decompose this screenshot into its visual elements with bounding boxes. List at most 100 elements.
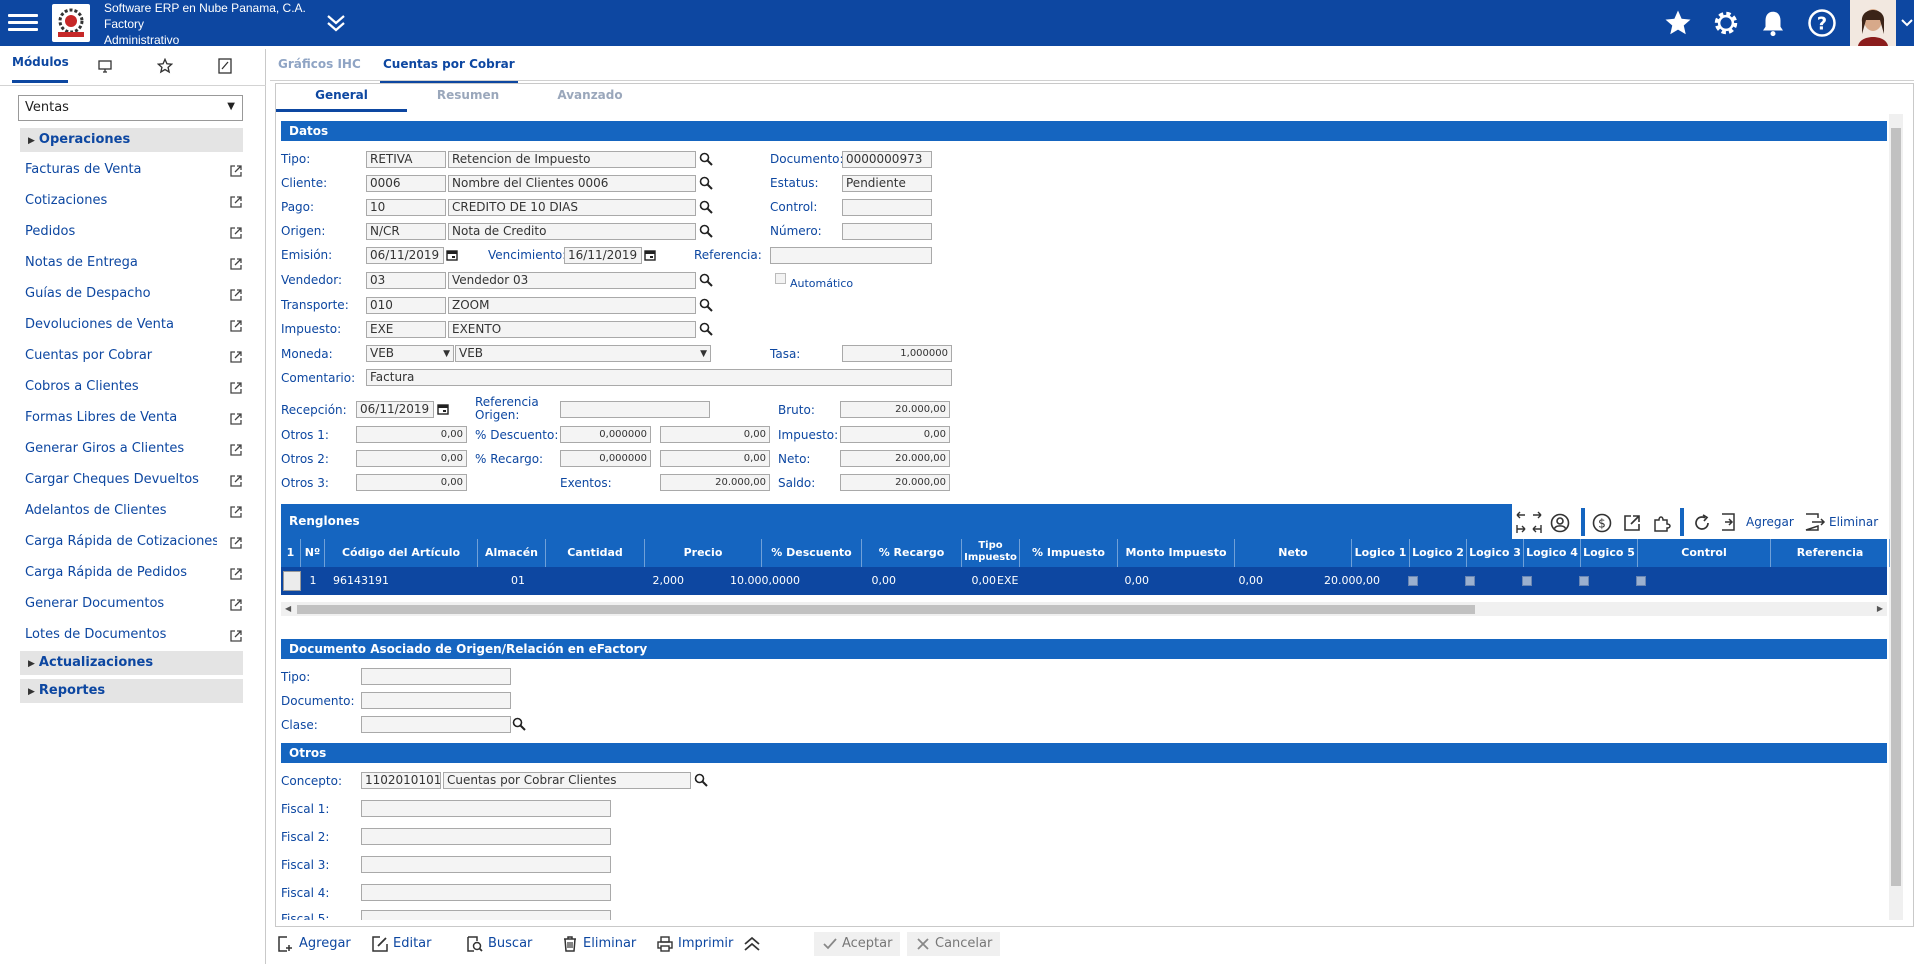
origen-desc-field[interactable]: Nota de Credito: [448, 223, 696, 240]
search-icon[interactable]: [694, 773, 708, 787]
tipo-desc-field[interactable]: Retencion de Impuesto: [448, 151, 696, 168]
buscar-button[interactable]: Buscar: [466, 932, 532, 956]
external-link-icon[interactable]: [229, 597, 243, 611]
column-header[interactable]: Cantidad: [546, 539, 645, 567]
asociado-clase-field[interactable]: [361, 716, 511, 733]
chevron-double-down-icon[interactable]: [324, 12, 348, 34]
search-icon[interactable]: [699, 176, 713, 190]
user-circle-icon[interactable]: [1550, 513, 1570, 537]
sidebar-item[interactable]: Generar Giros a Clientes: [25, 437, 243, 461]
cell-monto-impuesto[interactable]: 0,00: [1153, 567, 1264, 595]
origen-code-field[interactable]: N/CR: [366, 223, 446, 240]
column-header[interactable]: Logico 2: [1410, 539, 1467, 567]
cliente-code-field[interactable]: 0006: [366, 175, 446, 192]
column-header[interactable]: Precio: [645, 539, 762, 567]
add-row-icon[interactable]: [1720, 512, 1738, 536]
fiscal3-field[interactable]: [361, 856, 611, 873]
asociado-tipo-field[interactable]: [361, 668, 511, 685]
recargo-monto-field[interactable]: 0,00: [660, 450, 770, 467]
otros2-field[interactable]: 0,00: [356, 450, 467, 467]
sidebar-item[interactable]: Guías de Despacho: [25, 282, 243, 306]
chevron-down-icon[interactable]: [1900, 16, 1914, 30]
tasa-field[interactable]: 1,000000: [842, 345, 952, 362]
search-icon[interactable]: [699, 224, 713, 238]
cell-num[interactable]: 1: [301, 567, 325, 595]
cell-precio[interactable]: 10.000,0000: [692, 567, 800, 595]
scrollbar-thumb[interactable]: [1891, 128, 1901, 886]
pago-code-field[interactable]: 10: [366, 199, 446, 216]
eliminar-renglon-button[interactable]: Eliminar: [1829, 515, 1878, 529]
tab-modulos[interactable]: Módulos: [12, 55, 69, 83]
column-header[interactable]: Control: [1638, 539, 1771, 567]
external-link-icon[interactable]: [229, 287, 243, 301]
cell-almacen[interactable]: 01: [511, 567, 571, 595]
agregar-renglon-button[interactable]: Agregar: [1746, 515, 1794, 529]
scroll-right-icon[interactable]: ▶: [1877, 604, 1883, 613]
referencia-origen-field[interactable]: [560, 401, 710, 418]
tipo-code-field[interactable]: RETIVA: [366, 151, 446, 168]
aceptar-button[interactable]: Aceptar: [814, 932, 901, 956]
external-link-icon[interactable]: [229, 163, 243, 177]
gear-icon[interactable]: [1711, 8, 1741, 38]
external-link-icon[interactable]: [229, 566, 243, 580]
column-header[interactable]: Código del Artículo: [325, 539, 478, 567]
subtab-avanzado[interactable]: Avanzado: [529, 88, 651, 112]
pct-recargo-field[interactable]: 0,000000: [560, 450, 651, 467]
table-row[interactable]: 1 96143191 01 2,000 10.000,0000 0,00 0,00 EXE 0,…: [281, 567, 1887, 595]
documento-field[interactable]: 0000000973: [842, 151, 932, 168]
external-link-icon[interactable]: [229, 442, 243, 456]
external-link-icon[interactable]: [229, 504, 243, 518]
search-icon[interactable]: [699, 152, 713, 166]
pct-descuento-field[interactable]: 0,000000: [560, 426, 651, 443]
logico-checkbox[interactable]: [1636, 576, 1646, 586]
vendedor-code-field[interactable]: 03: [366, 272, 446, 289]
external-link-icon[interactable]: [229, 318, 243, 332]
scrollbar-thumb[interactable]: [297, 605, 1475, 614]
sidebar-item[interactable]: Generar Documentos: [25, 592, 243, 616]
bell-icon[interactable]: [1758, 8, 1788, 38]
avatar[interactable]: [1850, 0, 1896, 46]
cell-descuento[interactable]: 0,00: [800, 567, 897, 595]
sidebar-item[interactable]: Carga Rápida de Pedidos: [25, 561, 243, 585]
search-icon[interactable]: [699, 322, 713, 336]
section-reportes[interactable]: ▶ Reportes: [20, 679, 243, 703]
cell-codigo[interactable]: 96143191: [333, 567, 478, 595]
estatus-field[interactable]: Pendiente: [842, 175, 932, 192]
column-header[interactable]: Monto Impuesto: [1118, 539, 1235, 567]
neto-field[interactable]: 20.000,00: [840, 450, 950, 467]
logico-checkbox[interactable]: [1522, 576, 1532, 586]
sidebar-item[interactable]: Cotizaciones: [25, 189, 243, 213]
sidebar-item[interactable]: Devoluciones de Venta: [25, 313, 243, 337]
automatico-checkbox[interactable]: [775, 273, 786, 284]
recepcion-date-field[interactable]: 06/11/2019: [356, 401, 434, 418]
column-header[interactable]: % Impuesto: [1020, 539, 1118, 567]
calendar-icon[interactable]: [446, 249, 458, 261]
fiscal4-field[interactable]: [361, 884, 611, 901]
sidebar-item[interactable]: Formas Libres de Venta: [25, 406, 243, 430]
sidebar-item[interactable]: Cobros a Clientes: [25, 375, 243, 399]
fiscal5-field[interactable]: [361, 910, 611, 920]
otros3-field[interactable]: 0,00: [356, 474, 467, 491]
section-actualizaciones[interactable]: ▶ Actualizaciones: [20, 651, 243, 675]
cell-recargo[interactable]: 0,00: [900, 567, 997, 595]
vendedor-desc-field[interactable]: Vendedor 03: [448, 272, 696, 289]
agregar-button[interactable]: Agregar: [277, 932, 351, 956]
impuesto-total-field[interactable]: 0,00: [840, 426, 950, 443]
puzzle-icon[interactable]: [1652, 513, 1672, 537]
impuesto-code-field[interactable]: EXE: [366, 321, 446, 338]
column-header[interactable]: Logico 3: [1467, 539, 1524, 567]
section-operaciones[interactable]: ▶ Operaciones: [20, 128, 243, 152]
comentario-field[interactable]: Factura: [366, 369, 952, 386]
cell-pct-impuesto[interactable]: 0,00: [1057, 567, 1150, 595]
moneda-desc-select[interactable]: VEB ▼: [455, 345, 711, 362]
sidebar-item[interactable]: Notas de Entrega: [25, 251, 243, 275]
external-link-icon[interactable]: [229, 473, 243, 487]
saldo-field[interactable]: 20.000,00: [840, 474, 950, 491]
cell-tipo-impuesto[interactable]: EXE: [997, 567, 1053, 595]
column-header[interactable]: Referencia: [1771, 539, 1890, 567]
sidebar-item[interactable]: Lotes de Documentos: [25, 623, 243, 647]
menu-icon[interactable]: [8, 10, 38, 34]
cliente-desc-field[interactable]: Nombre del Clientes 0006: [448, 175, 696, 192]
calendar-icon[interactable]: [437, 403, 449, 415]
asociado-documento-field[interactable]: [361, 692, 511, 709]
